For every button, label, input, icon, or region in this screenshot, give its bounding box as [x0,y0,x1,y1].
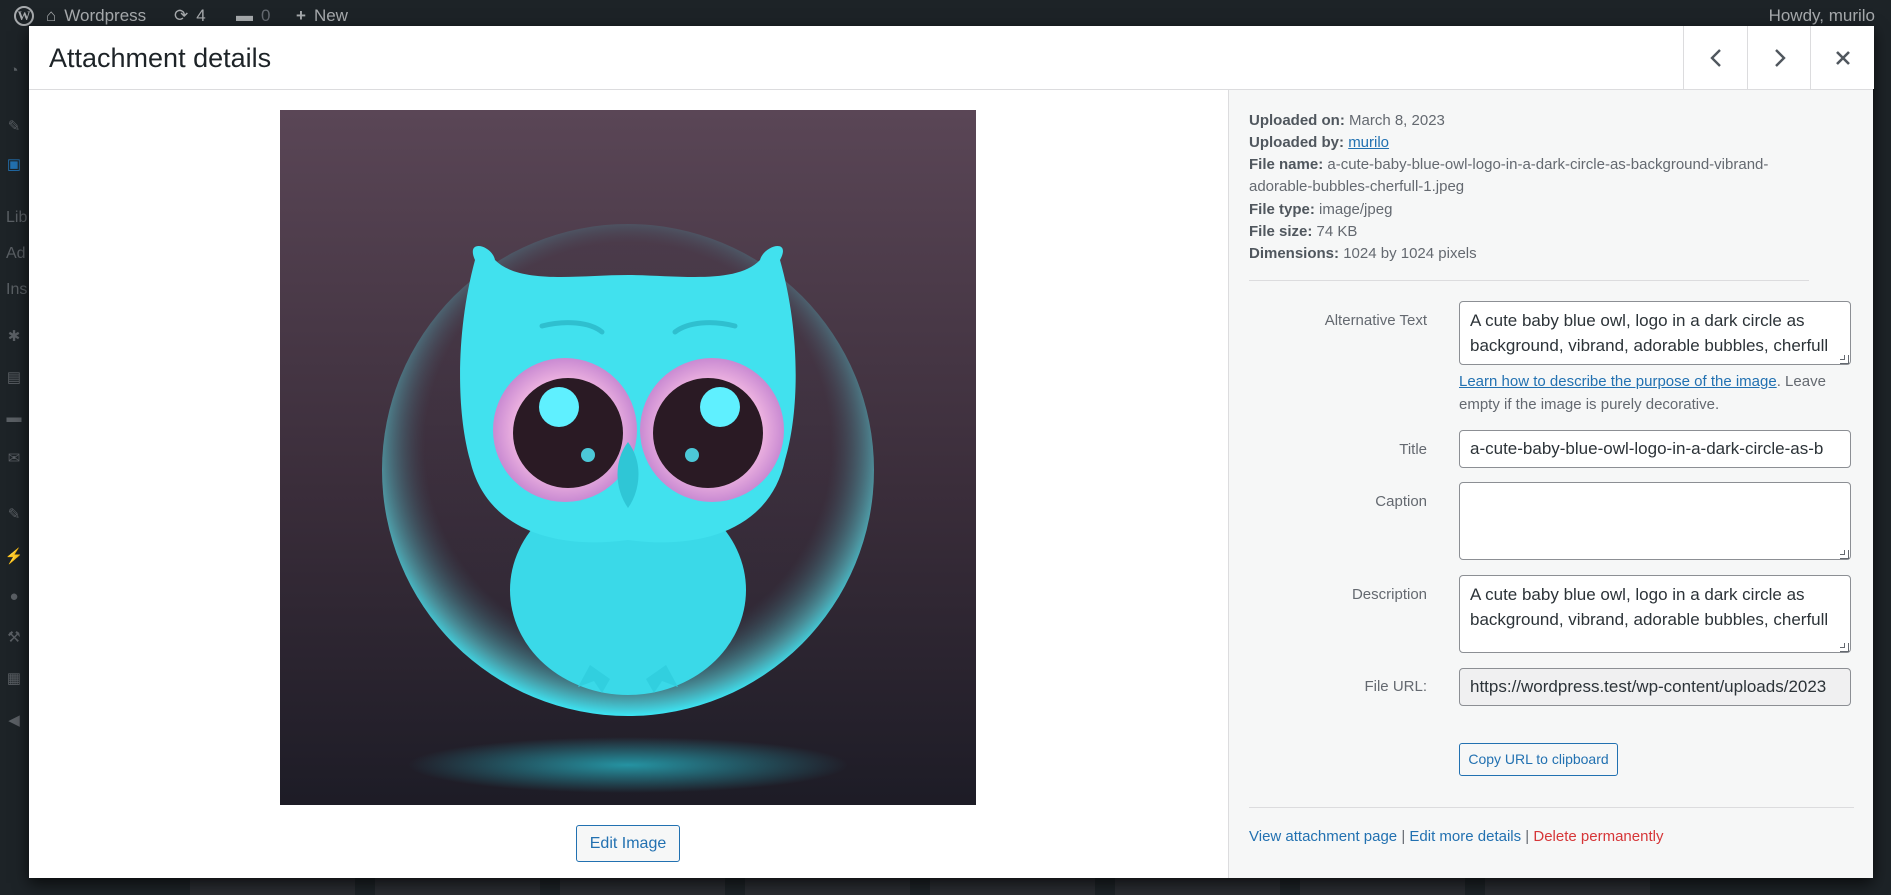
actions-divider [1249,807,1854,808]
file-name-label: File name: [1249,156,1324,173]
resize-grip-icon[interactable] [1840,643,1849,652]
attachment-info-sidebar: Uploaded on: March 8, 2023 Uploaded by: … [1228,90,1873,878]
file-name-row: File name: a-cute-baby-blue-owl-logo-in-… [1249,154,1809,198]
close-icon [1835,50,1850,65]
copy-url-button[interactable]: Copy URL to clipboard [1459,743,1618,776]
dimensions-value: 1024 by 1024 pixels [1343,245,1477,262]
file-size-row: File size: 74 KB [1249,221,1809,243]
media-grid-background [190,876,1650,895]
edit-image-button[interactable]: Edit Image [576,825,680,862]
sidebar-item-add-new[interactable]: Ad [6,245,26,263]
file-type-label: File type: [1249,201,1315,218]
description-field[interactable]: A cute baby blue owl, logo in a dark cir… [1459,575,1851,653]
attachment-media-view: Edit Image [29,90,1228,878]
posts-icon[interactable]: ✎ [4,118,24,136]
media-thumbnail [1485,876,1650,895]
separator: | [1525,828,1530,845]
uploaded-on-label: Uploaded on: [1249,112,1345,129]
tools-icon[interactable]: ⚒ [4,629,24,647]
edit-more-details-link[interactable]: Edit more details [1409,828,1521,845]
bug-icon[interactable]: ✱ [4,328,24,346]
uploaded-by-label: Uploaded by: [1249,134,1345,151]
admin-sidebar: ◔ ✎ ▣ Lib Ad Ins ✱ ▤ ▬ ✉ ✎ ⚡ ● ⚒ ▦ ◀ [0,32,29,895]
media-thumbnail [930,876,1095,895]
media-icon[interactable]: ▣ [4,156,24,174]
uploaded-on-row: Uploaded on: March 8, 2023 [1249,110,1809,132]
title-field[interactable]: a-cute-baby-blue-owl-logo-in-a-dark-circ… [1459,430,1851,468]
modal-title: Attachment details [49,43,272,73]
plugins-icon[interactable]: ⚡ [4,548,24,566]
alt-text-label: Alternative Text [1324,312,1427,329]
media-thumbnail [190,876,355,895]
media-thumbnail [1300,876,1465,895]
details-divider [1249,280,1809,281]
file-name-value: a-cute-baby-blue-owl-logo-in-a-dark-circ… [1327,156,1769,173]
next-button[interactable] [1747,26,1811,89]
close-button[interactable] [1810,26,1874,89]
alt-text-help: Learn how to describe the purpose of the… [1459,370,1851,416]
uploaded-by-row: Uploaded by: murilo [1249,132,1809,154]
file-type-value: image/jpeg [1319,201,1393,218]
dimensions-row: Dimensions: 1024 by 1024 pixels [1249,243,1809,265]
media-thumbnail [1115,876,1280,895]
attachment-actions: View attachment page | Edit more details… [1249,828,1663,845]
file-size-value: 74 KB [1316,223,1358,240]
users-icon[interactable]: ● [4,588,24,606]
title-label: Title [1399,441,1427,458]
file-name-value-cont: adorable-bubbles-cherfull-1.jpeg [1249,178,1465,195]
file-size-label: File size: [1249,223,1313,240]
alt-text-help-link[interactable]: Learn how to describe the purpose of the… [1459,373,1777,390]
sidebar-item-library[interactable]: Lib [6,209,27,227]
previous-button[interactable] [1683,26,1747,89]
media-thumbnail [375,876,540,895]
sidebar-item-insert[interactable]: Ins [6,281,27,299]
chevron-right-icon [1774,48,1786,67]
file-url-field[interactable]: https://wordpress.test/wp-content/upload… [1459,668,1851,706]
separator: | [1401,828,1406,845]
attachment-image [280,110,976,805]
media-thumbnail [745,876,910,895]
dashboard-icon[interactable]: ◔ [4,62,24,80]
caption-field[interactable] [1459,482,1851,560]
dimensions-label: Dimensions: [1249,245,1340,262]
resize-grip-icon[interactable] [1840,355,1849,364]
file-url-label: File URL: [1364,678,1427,695]
attachment-details-modal: Attachment details Edit Image Uploaded o… [29,26,1874,878]
collapse-menu-icon[interactable]: ◀ [4,712,24,730]
uploaded-by-link[interactable]: murilo [1348,134,1389,151]
resize-grip-icon[interactable] [1840,550,1849,559]
appearance-icon[interactable]: ✎ [4,506,24,524]
comments-icon[interactable]: ▬ [4,409,24,427]
file-type-row: File type: image/jpeg [1249,199,1809,221]
mail-icon[interactable]: ✉ [4,450,24,468]
alt-text-field[interactable]: A cute baby blue owl, logo in a dark cir… [1459,301,1851,365]
caption-label: Caption [1375,493,1427,510]
delete-permanently-link[interactable]: Delete permanently [1533,828,1663,845]
view-attachment-link[interactable]: View attachment page [1249,828,1397,845]
media-thumbnail [560,876,725,895]
settings-icon[interactable]: ▦ [4,670,24,688]
uploaded-on-value: March 8, 2023 [1349,112,1445,129]
description-label: Description [1351,586,1427,603]
pages-icon[interactable]: ▤ [4,369,24,387]
owl-illustration [280,110,976,805]
chevron-left-icon [1709,48,1721,67]
modal-header: Attachment details [29,26,1874,90]
